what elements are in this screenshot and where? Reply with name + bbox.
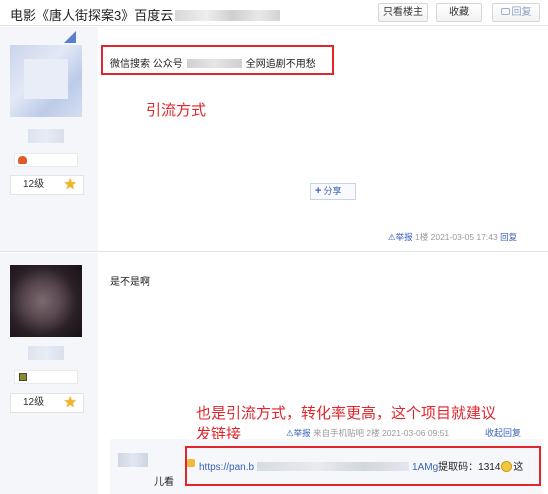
- author-name-blurred[interactable]: [28, 129, 64, 143]
- floor-number: 2楼: [366, 428, 380, 438]
- comment-icon: [500, 8, 510, 15]
- sub-reply-avatar[interactable]: [118, 453, 148, 467]
- avatar[interactable]: [10, 45, 82, 117]
- thread-header: 电影《唐人街探案3》百度云 只看楼主 收藏 回复: [0, 0, 548, 26]
- title-blurred-segment: [175, 10, 281, 21]
- content-prefix: 微信搜索 公众号: [110, 59, 183, 70]
- share-label: 分享: [323, 186, 342, 196]
- star-icon: ★: [63, 176, 77, 193]
- author-badge: [14, 153, 78, 167]
- plus-icon: +: [315, 185, 322, 197]
- star-icon: ★: [63, 394, 77, 411]
- post-meta: ⚠举报 1楼 2021-03-05 17:43 回复: [388, 231, 517, 243]
- warning-icon: ⚠: [388, 232, 396, 242]
- floor-number: 1楼: [415, 232, 429, 242]
- badge-icon: [19, 373, 27, 381]
- share-button[interactable]: + 分享: [310, 183, 356, 200]
- post-floor-1: 12级 ★ 微信搜索 公众号 全网追剧不用愁 引流方式 + 分享 ⚠举报 1楼 202…: [0, 27, 548, 252]
- sub-reply-text-line2: 儿看: [154, 477, 174, 488]
- content-suffix: 全网追剧不用愁: [245, 59, 316, 70]
- post-source: 来自手机贴吧: [313, 428, 365, 438]
- level-badge[interactable]: 12级 ★: [10, 175, 84, 195]
- author-name-blurred[interactable]: [28, 346, 64, 360]
- report-link[interactable]: 举报: [396, 232, 413, 242]
- annotation-label: 引流方式: [146, 102, 207, 119]
- post-datetime: 2021-03-05 17:43: [430, 232, 498, 242]
- post-meta: ⚠举报 来自手机贴吧 2楼 2021-03-06 09:51: [286, 427, 449, 439]
- sub-reply-tail: 这: [513, 462, 524, 473]
- post-datetime: 2021-03-06 09:51: [382, 428, 450, 438]
- author-sidebar: 12级 ★: [0, 253, 98, 494]
- reply-button-label: 回复: [511, 7, 532, 18]
- author-sidebar: 12级 ★: [0, 27, 98, 252]
- thread-title: 电影《唐人街探案3》百度云: [10, 5, 281, 24]
- sub-reply-link-line: https://pan.b 1AMg提取码：1314 这: [199, 458, 523, 473]
- link-blurred-segment: [257, 462, 410, 471]
- only-op-button[interactable]: 只看楼主: [378, 3, 428, 22]
- post-content: 微信搜索 公众号 全网追剧不用愁: [110, 55, 316, 70]
- reply-button[interactable]: 回复: [492, 3, 540, 22]
- author-badge: [14, 370, 78, 384]
- avatar[interactable]: [10, 265, 82, 337]
- post-divider: [0, 251, 548, 252]
- level-badge[interactable]: 12级 ★: [10, 393, 84, 413]
- report-link[interactable]: 举报: [294, 428, 311, 438]
- post-content: 是不是啊: [110, 277, 150, 288]
- share-link-prefix[interactable]: https://pan.b: [199, 462, 254, 473]
- favorite-button[interactable]: 收藏: [436, 3, 482, 22]
- level-label: 12级: [23, 397, 45, 408]
- reply-link[interactable]: 回复: [500, 232, 517, 242]
- smile-emoji-icon: [501, 461, 513, 472]
- extraction-code: 提取码：1314: [438, 462, 501, 473]
- content-blurred-segment: [186, 59, 242, 68]
- annotation-label: 也是引流方式，转化率更高，这个项目就建议: [196, 405, 497, 422]
- emoji-icon: [187, 459, 195, 467]
- share-link-suffix[interactable]: 1AMg: [412, 462, 438, 473]
- warning-icon: ⚠: [286, 428, 294, 438]
- collapse-replies-link[interactable]: 收起回复: [485, 426, 521, 439]
- thread-title-text: 电影《唐人街探案3》百度云: [10, 8, 174, 23]
- avatar-corner-marker: [64, 31, 76, 43]
- fire-icon: [18, 156, 27, 164]
- level-label: 12级: [23, 179, 45, 190]
